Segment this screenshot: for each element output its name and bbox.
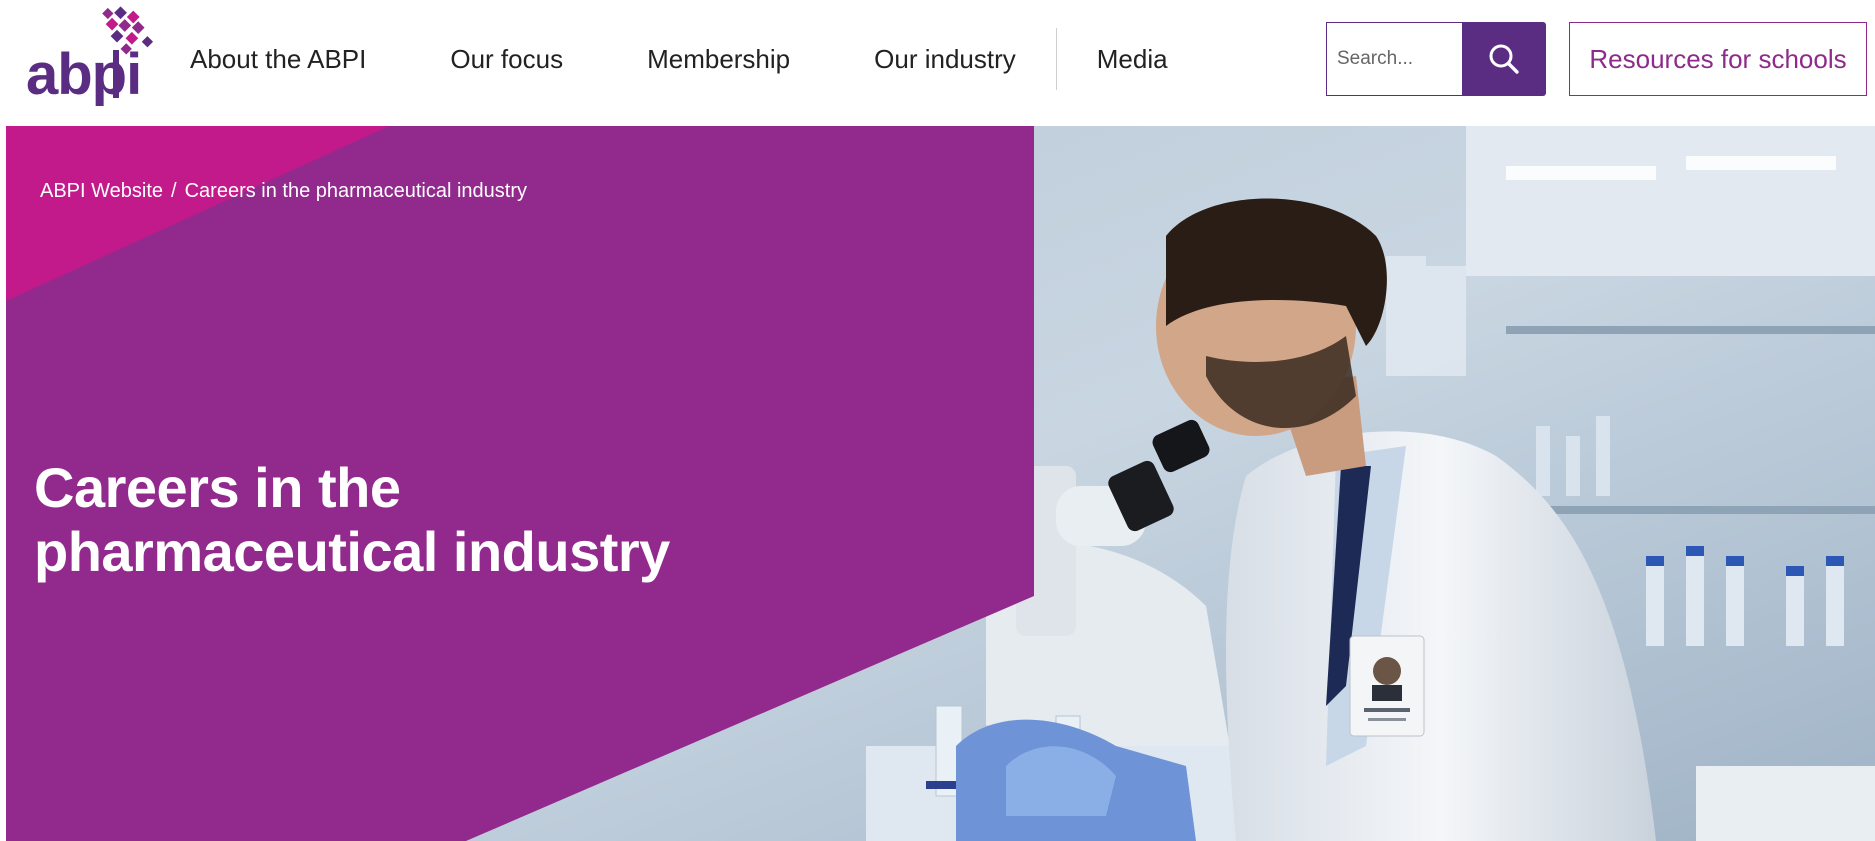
breadcrumb-home-link[interactable]: ABPI Website <box>40 180 163 203</box>
page-title-line-1: Careers in the <box>34 456 401 519</box>
nav-about[interactable]: About the ABPI <box>190 44 366 75</box>
page-title: Careers in the pharmaceutical industry <box>34 456 794 584</box>
hero-banner: ABPI Website / Careers in the pharmaceut… <box>6 126 1875 841</box>
search-icon <box>1489 44 1519 74</box>
nav-media[interactable]: Media <box>1097 44 1168 75</box>
logo-wordmark: abpi <box>26 42 142 107</box>
search-input[interactable] <box>1326 22 1462 96</box>
breadcrumb-separator: / <box>171 180 177 202</box>
breadcrumb-current: Careers in the pharmaceutical industry <box>184 180 527 202</box>
resources-for-schools-button[interactable]: Resources for schools <box>1569 22 1867 96</box>
nav-divider <box>1055 28 1057 90</box>
search-button[interactable] <box>1462 22 1546 96</box>
abpi-logo[interactable]: abpi <box>22 6 162 110</box>
nav-membership[interactable]: Membership <box>647 44 790 75</box>
main-nav: About the ABPI Our focus Membership Our … <box>190 0 1168 118</box>
nav-our-industry[interactable]: Our industry <box>874 44 1016 75</box>
breadcrumb: ABPI Website / Careers in the pharmaceut… <box>40 180 527 203</box>
site-header: abpi About the ABPI Our focus Membership… <box>0 0 1875 126</box>
nav-our-focus[interactable]: Our focus <box>450 44 563 75</box>
page-title-line-2: pharmaceutical industry <box>34 520 670 583</box>
